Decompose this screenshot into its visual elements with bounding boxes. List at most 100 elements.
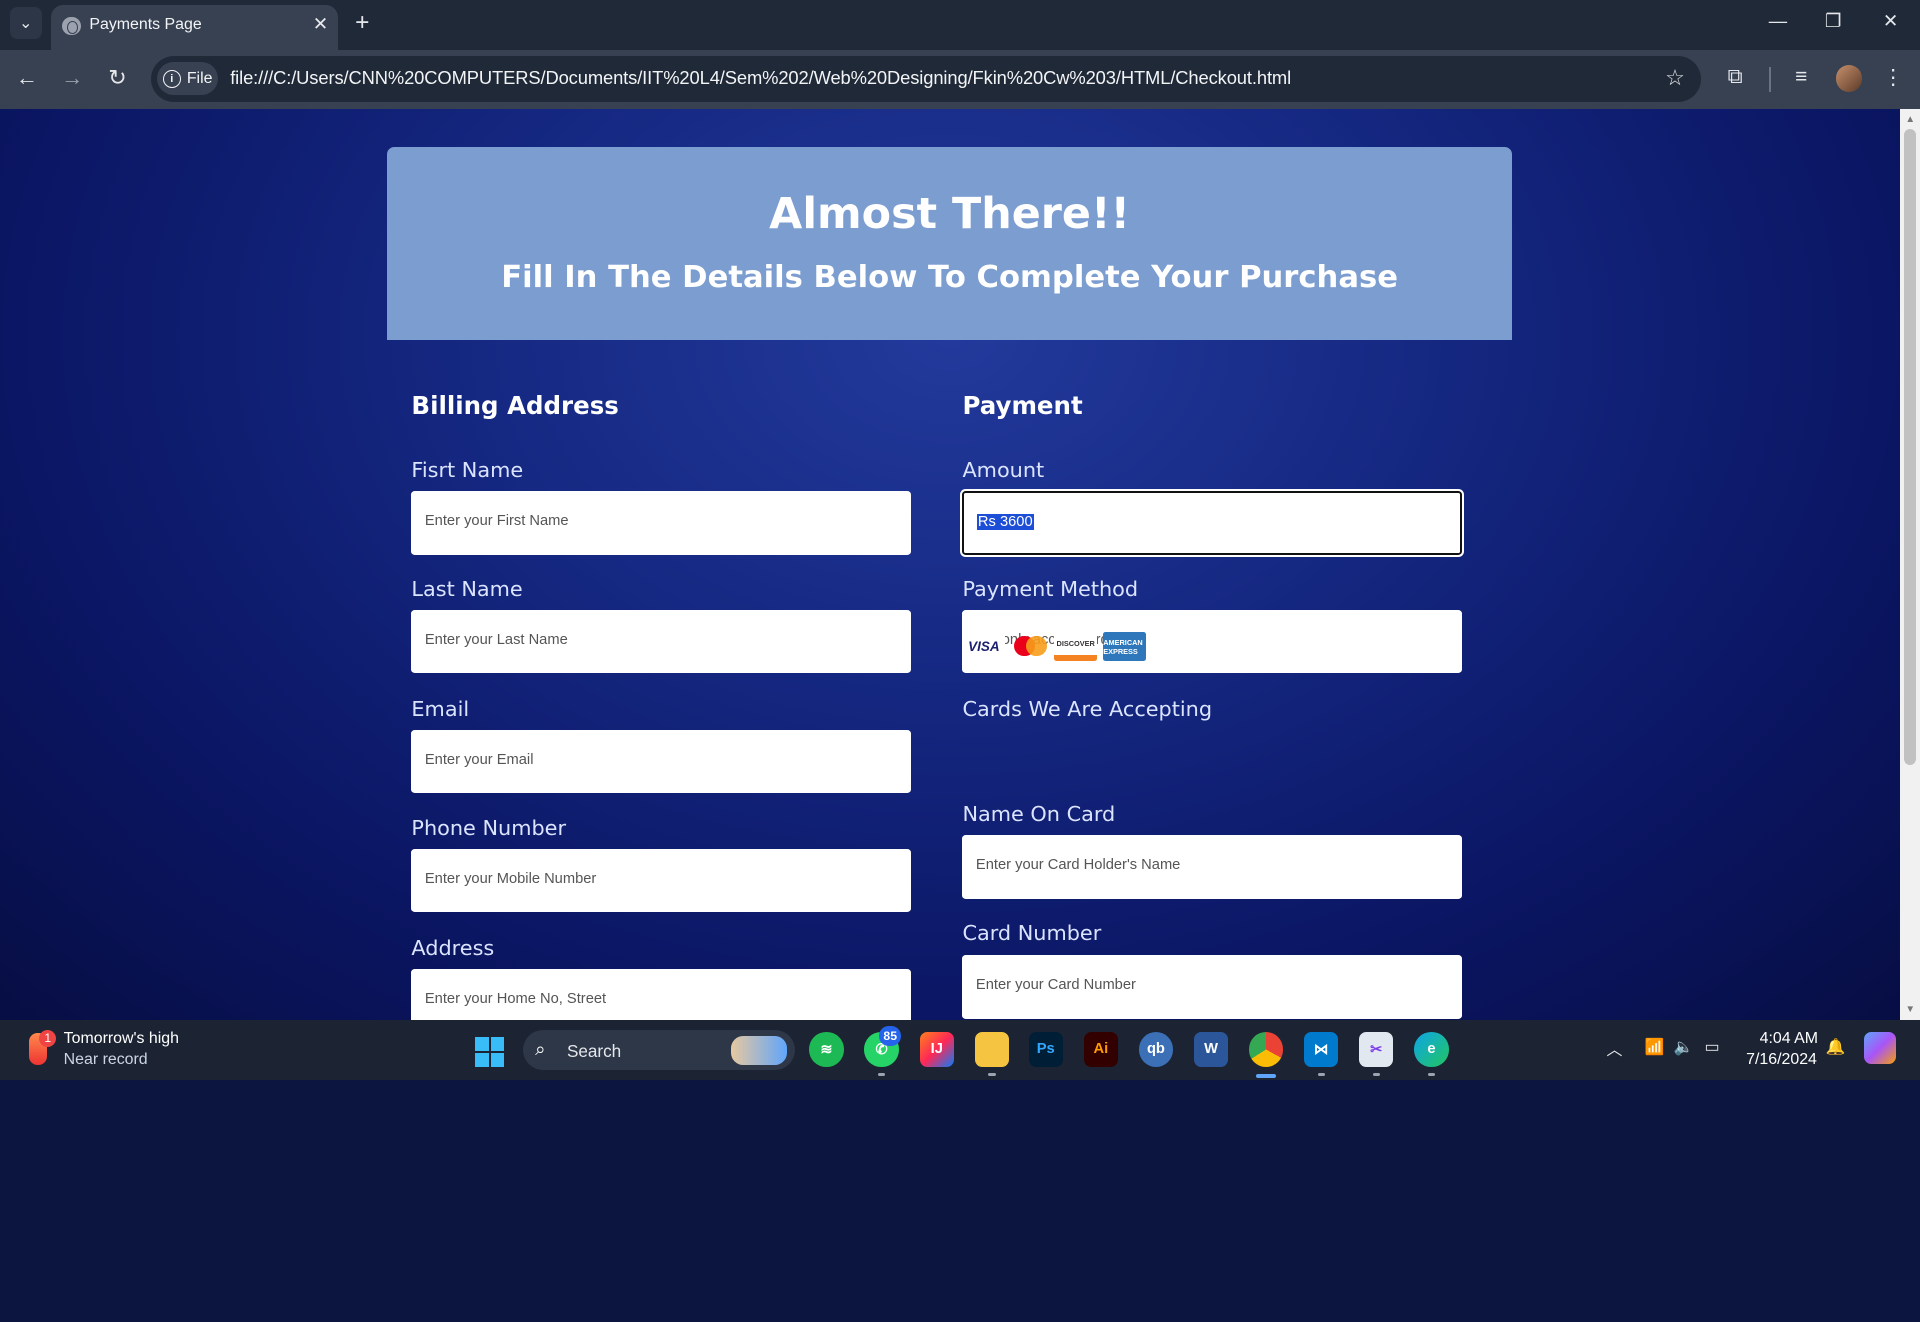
last-name-placeholder: Enter your Last Name [424, 631, 568, 648]
site-info-chip[interactable]: i File [156, 62, 218, 96]
weather-badge: 1 [39, 1029, 57, 1047]
bookmark-star-icon[interactable]: ☆ [1665, 65, 1685, 91]
payment-method-label: Payment Method [962, 576, 1139, 601]
address-placeholder: Enter your Home No, Street [424, 990, 607, 1007]
first-name-label: Fisrt Name [411, 457, 524, 482]
address-input[interactable]: Enter your Home No, Street [411, 968, 912, 1020]
close-tab-button[interactable]: ✕ [313, 13, 328, 35]
close-window-icon[interactable]: ✕ [1872, 10, 1909, 32]
illustrator-icon[interactable]: Ai [1083, 1032, 1118, 1067]
name-on-card-placeholder: Enter your Card Holder's Name [975, 857, 1181, 874]
browser-toolbar: ← → ↻ i File file:///C:/Users/CNN%20COMP… [0, 50, 1920, 109]
search-icon: ⌕ [535, 1038, 546, 1060]
page-scrollbar[interactable]: ▲ ▼ [1900, 108, 1920, 1020]
volume-icon[interactable]: 🔈 [1674, 1037, 1694, 1057]
menu-kebab-icon[interactable]: ⋮ [1880, 65, 1907, 90]
windows-taskbar: 1 Tomorrow's high Near record ⌕ Search ≋… [0, 1020, 1920, 1080]
clock-time[interactable]: 4:04 AM [1760, 1030, 1818, 1048]
whatsapp-running-indicator [877, 1072, 886, 1077]
card-number-input[interactable]: Enter your Card Number [962, 955, 1463, 1019]
vscode-running-indicator [1317, 1072, 1325, 1077]
email-label: Email [411, 696, 470, 721]
edge-icon[interactable]: e [1414, 1032, 1449, 1067]
browser-tab-bar: ⌄ Payments Page ✕ + — ❐ ✕ [0, 0, 1920, 51]
discover-logo-icon: DISCOVER [1054, 631, 1098, 662]
checkout-header: Almost There!! Fill In The Details Below… [386, 146, 1513, 341]
accepted-cards: VISA DISCOVER AMERICAN EXPRESS [962, 631, 1147, 662]
phone-input[interactable]: Enter your Mobile Number [411, 848, 912, 913]
file-explorer-icon[interactable] [974, 1032, 1009, 1067]
amount-value: Rs 3600 [976, 513, 1034, 530]
phone-placeholder: Enter your Mobile Number [424, 870, 597, 887]
mastercard-logo-icon [1011, 632, 1048, 661]
vscode-icon[interactable]: ⋈ [1304, 1032, 1339, 1067]
amount-input[interactable]: Rs 3600 [960, 489, 1465, 557]
weather-headline[interactable]: Tomorrow's high [64, 1030, 179, 1048]
page-title: Almost There!! [769, 188, 1131, 239]
address-bar[interactable]: i File file:///C:/Users/CNN%20COMPUTERS/… [150, 56, 1701, 102]
phone-label: Phone Number [411, 815, 566, 840]
photoshop-icon[interactable]: Ps [1028, 1032, 1063, 1067]
email-input[interactable]: Enter your Email [411, 729, 912, 794]
search-highlight-art [731, 1035, 788, 1066]
copilot-icon[interactable] [1863, 1032, 1896, 1065]
first-name-input[interactable]: Enter your First Name [411, 491, 912, 555]
cards-label: Cards We Are Accepting [962, 696, 1213, 721]
tab-search-button[interactable]: ⌄ [9, 7, 42, 40]
name-on-card-input[interactable]: Enter your Card Holder's Name [962, 835, 1463, 899]
scroll-up-icon[interactable]: ▲ [1905, 114, 1915, 125]
back-icon[interactable]: ← [12, 65, 41, 91]
explorer-running-indicator [988, 1072, 996, 1077]
extensions-icon[interactable]: ⧉ [1722, 65, 1749, 89]
show-hidden-icons-icon[interactable]: ︿ [1607, 1037, 1623, 1060]
spotify-icon[interactable]: ≋ [809, 1032, 844, 1067]
restore-icon[interactable]: ❐ [1815, 10, 1852, 32]
search-label: Search [566, 1040, 622, 1061]
battery-icon[interactable]: ▭ [1705, 1037, 1720, 1057]
edge-running-indicator [1427, 1072, 1436, 1077]
media-control-icon[interactable]: ≡ [1788, 65, 1815, 89]
wifi-icon[interactable]: 📶 [1645, 1037, 1665, 1057]
amex-logo-icon: AMERICAN EXPRESS [1103, 631, 1147, 662]
forward-icon[interactable]: → [58, 65, 87, 91]
scrollbar-thumb[interactable] [1904, 128, 1917, 766]
chrome-icon[interactable] [1248, 1032, 1284, 1067]
email-placeholder: Enter your Email [424, 751, 534, 768]
url-text[interactable]: file:///C:/Users/CNN%20COMPUTERS/Documen… [230, 67, 1291, 89]
globe-icon [62, 17, 81, 36]
page-subtitle: Fill In The Details Below To Complete Yo… [501, 259, 1398, 295]
qbittorrent-icon[interactable]: qb [1138, 1032, 1174, 1067]
windows-start-icon[interactable] [475, 1037, 505, 1067]
weather-subline[interactable]: Near record [64, 1051, 148, 1069]
last-name-input[interactable]: Enter your Last Name [411, 609, 912, 674]
tab-title: Payments Page [89, 15, 202, 33]
snipping-running-indicator [1372, 1072, 1380, 1077]
reload-icon[interactable]: ↻ [103, 65, 132, 91]
word-icon[interactable]: W [1193, 1032, 1229, 1067]
page-viewport: Almost There!! Fill In The Details Below… [0, 108, 1901, 1020]
site-chip-label: File [186, 69, 213, 87]
card-number-label: Card Number [962, 920, 1102, 945]
profile-avatar[interactable] [1835, 64, 1863, 92]
new-tab-button[interactable]: + [355, 9, 369, 37]
clock-date[interactable]: 7/16/2024 [1746, 1051, 1817, 1069]
payment-section-title: Payment [962, 390, 1083, 420]
card-number-placeholder: Enter your Card Number [975, 977, 1136, 994]
taskbar-search[interactable]: ⌕ Search [522, 1029, 795, 1071]
info-icon: i [162, 69, 181, 88]
amount-label: Amount [962, 457, 1045, 482]
scroll-down-icon[interactable]: ▼ [1905, 1004, 1915, 1015]
minimize-icon[interactable]: — [1760, 10, 1797, 32]
toolbar-divider [1769, 67, 1771, 92]
whatsapp-badge: 85 [879, 1026, 902, 1046]
browser-tab[interactable]: Payments Page ✕ [51, 4, 338, 51]
notification-bell-icon[interactable]: 🔔 [1826, 1037, 1846, 1057]
visa-logo-icon: VISA [962, 631, 1006, 662]
first-name-placeholder: Enter your First Name [424, 513, 569, 530]
chrome-active-indicator [1256, 1073, 1276, 1078]
name-on-card-label: Name On Card [962, 802, 1116, 827]
snipping-tool-icon[interactable]: ✂ [1359, 1032, 1394, 1067]
address-label: Address [411, 935, 495, 960]
last-name-label: Last Name [411, 576, 523, 601]
intellij-icon[interactable]: IJ [919, 1032, 954, 1067]
